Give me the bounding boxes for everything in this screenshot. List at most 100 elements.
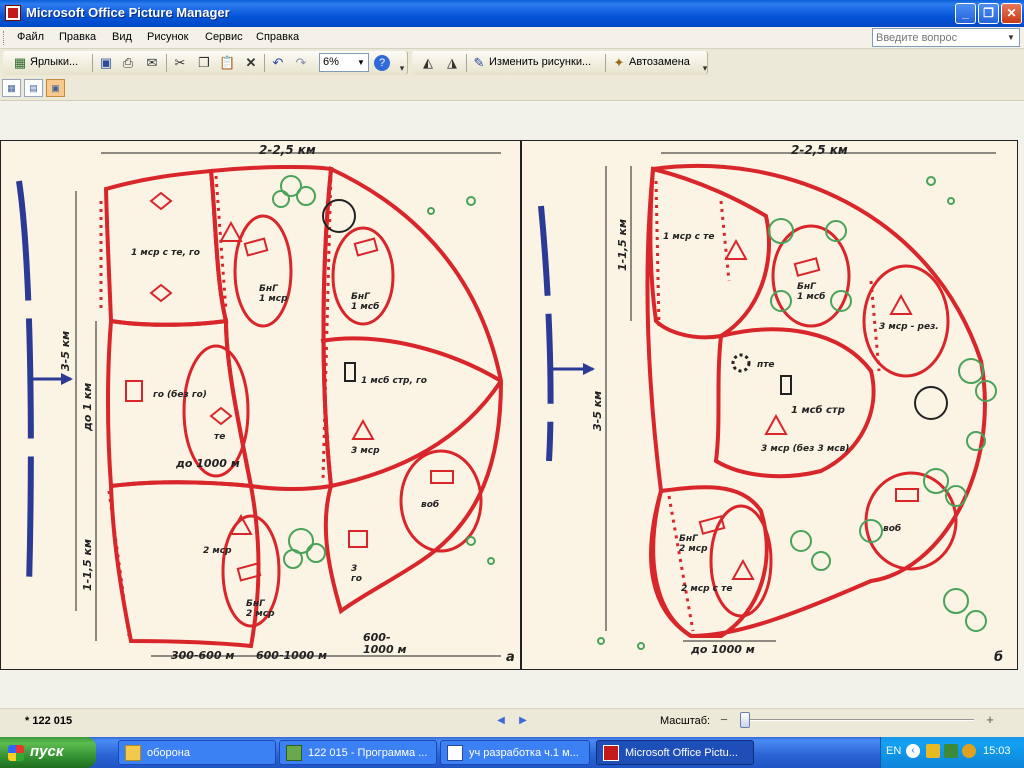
task-label: уч разработка ч.1 м... <box>469 747 579 759</box>
command-post-icon <box>724 238 748 260</box>
title-bar: Microsoft Office Picture Manager _ ❐ ✕ <box>0 0 1024 27</box>
task-oborona[interactable]: оборона <box>118 740 276 765</box>
close-button[interactable]: ✕ <box>1001 3 1022 24</box>
language-indicator[interactable]: EN <box>886 745 901 757</box>
shortcuts-button[interactable]: Ярлыки... <box>30 56 78 68</box>
toolbar-separator <box>264 54 265 72</box>
zoom-out-icon[interactable]: − <box>716 712 732 728</box>
label-unit-6: 3 мср (без 3 мсв) <box>761 443 849 454</box>
delete-icon[interactable]: ✕ <box>243 55 259 71</box>
label-unit-5: 1 мсб стр <box>791 404 845 416</box>
start-label: пуск <box>30 743 64 760</box>
picture-manager-icon <box>5 5 21 21</box>
zoom-label: Масштаб: <box>660 715 711 727</box>
ask-dropdown-icon[interactable]: ▼ <box>1004 30 1018 45</box>
label-width: 2-2,5 км <box>791 143 848 157</box>
minimize-button[interactable]: _ <box>955 3 976 24</box>
zoom-value: 6% <box>323 56 339 68</box>
defense-diagram: 2-2,5 км 3-5 км до 1 км 1-1,5 км до 1000… <box>16 141 1003 669</box>
label-bottom-3: 600-1000 м <box>363 631 406 656</box>
zoom-select[interactable]: 6% ▼ <box>319 53 369 72</box>
label-to-1km: до 1 км <box>81 383 94 432</box>
anti-tank-gear-icon <box>731 353 751 373</box>
platoon-oval <box>862 264 950 378</box>
save-icon[interactable]: ▣ <box>98 55 114 71</box>
task-word-document[interactable]: уч разработка ч.1 м... <box>440 740 590 765</box>
previous-picture-icon[interactable]: ◀ <box>494 714 508 728</box>
maximize-button[interactable]: ❐ <box>978 3 999 24</box>
attack-arrowhead <box>61 373 73 385</box>
print-icon[interactable]: ⎙ <box>120 55 136 71</box>
zoom-slider-thumb[interactable] <box>740 712 750 728</box>
edit-pictures-button[interactable]: Изменить рисунки... <box>489 56 591 68</box>
label-letter-a: а <box>506 650 515 665</box>
tray-expand-icon[interactable]: ‹ <box>906 744 920 758</box>
next-picture-icon[interactable]: ▶ <box>516 714 530 728</box>
tank-icon <box>209 406 233 426</box>
trench-line <box>654 180 661 327</box>
window-title: Microsoft Office Picture Manager <box>26 5 230 20</box>
copy-icon[interactable]: ❐ <box>196 55 212 71</box>
trench-line <box>719 200 731 282</box>
email-icon[interactable]: ✉ <box>144 55 160 71</box>
toolbar-separator <box>466 54 467 72</box>
label-unit-3: 3 мср - рез. <box>879 322 939 332</box>
menu-view[interactable]: Вид <box>112 31 132 43</box>
status-bar <box>0 708 1024 736</box>
company-area-5 <box>108 480 261 649</box>
redo-icon[interactable]: ↷ <box>293 55 309 71</box>
single-picture-view-button[interactable]: ▣ <box>46 79 65 97</box>
security-shield-icon[interactable] <box>926 744 940 758</box>
volume-icon[interactable] <box>962 744 976 758</box>
label-unit-9: БнГ 2 мср <box>246 599 275 619</box>
menu-edit[interactable]: Правка <box>59 31 96 43</box>
zoom-in-icon[interactable]: + <box>982 712 998 728</box>
shortcuts-icon[interactable]: ▦ <box>12 55 28 71</box>
rotate-left-icon[interactable]: ◭ <box>420 55 436 71</box>
label-unit-5: го (без го) <box>153 389 207 400</box>
label-unit-1: 1 мср с те, го <box>131 248 200 258</box>
paste-icon[interactable]: 📋 <box>219 55 235 71</box>
company-area-2 <box>208 164 334 492</box>
label-range: 1-1,5 км <box>616 219 629 271</box>
label-depth: 3-5 км <box>591 391 604 431</box>
filmstrip-view-button[interactable]: ▤ <box>24 79 43 97</box>
menu-grip[interactable] <box>3 31 6 45</box>
toolbar-options-icon[interactable]: ▾ <box>697 60 713 76</box>
thumbnail-view-button[interactable]: ▦ <box>2 79 21 97</box>
panel-b: 2-2,5 км 3-5 км 1-1,5 км до 1000 м 1 мср… <box>538 143 1003 665</box>
hq-icon <box>780 375 792 395</box>
menu-tools[interactable]: Сервис <box>205 31 243 43</box>
label-to-1000m: до 1000 м <box>175 457 240 470</box>
zoom-dropdown-icon[interactable]: ▼ <box>355 55 367 70</box>
task-picture-manager[interactable]: Microsoft Office Pictu... <box>596 740 754 765</box>
cut-icon[interactable]: ✂ <box>172 55 188 71</box>
displayed-picture[interactable]: 2-2,5 км 3-5 км до 1 км 1-1,5 км до 1000… <box>0 140 1018 670</box>
autocorrect-button[interactable]: Автозамена <box>629 56 690 68</box>
edit-pictures-icon[interactable]: ✎ <box>471 55 487 71</box>
autocorrect-icon[interactable]: ✦ <box>611 55 627 71</box>
network-icon[interactable] <box>944 744 958 758</box>
task-image-viewer[interactable]: 122 015 - Программа ... <box>279 740 437 765</box>
start-button[interactable]: пуск <box>0 737 96 768</box>
label-unit-1: 1 мср с те <box>663 232 714 242</box>
menu-help[interactable]: Справка <box>256 31 299 43</box>
zoom-slider-track[interactable] <box>742 719 974 721</box>
label-unit-10: воб <box>421 499 439 510</box>
ask-question-box[interactable]: ▼ <box>872 28 1020 47</box>
menu-picture[interactable]: Рисунок <box>147 31 189 43</box>
toolbar-options-icon[interactable]: ▾ <box>394 60 410 76</box>
undo-icon[interactable]: ↶ <box>270 55 286 71</box>
label-unit-2: БнГ 1 мсб <box>797 282 825 302</box>
tank-icon <box>149 191 173 211</box>
label-unit-6: те <box>214 432 225 442</box>
rotate-right-icon[interactable]: ◮ <box>444 55 460 71</box>
label-unit-8: 2 мср <box>203 546 232 556</box>
ask-question-input[interactable] <box>873 29 1005 46</box>
help-icon[interactable]: ? <box>374 55 390 71</box>
toolbar-separator <box>166 54 167 72</box>
label-unit-2: БнГ 1 мср <box>259 284 288 304</box>
menu-file[interactable]: Файл <box>17 31 44 43</box>
air-defense-icon <box>914 386 948 420</box>
label-bottom-2: 600-1000 м <box>256 649 327 662</box>
